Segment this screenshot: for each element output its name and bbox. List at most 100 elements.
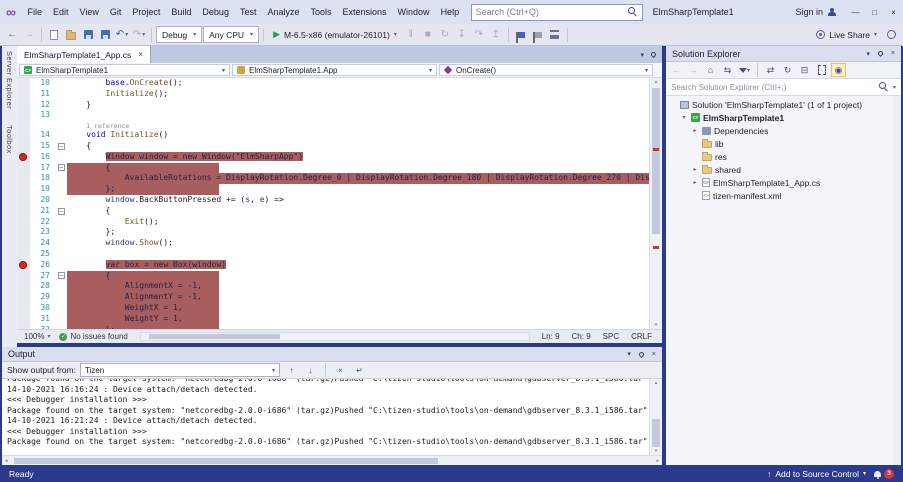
open-file-icon[interactable] (63, 26, 79, 44)
sidebar-item-toolbox[interactable]: Toolbox (5, 125, 14, 154)
breakpoint-margin[interactable] (17, 195, 30, 206)
menu-tools[interactable]: Tools (305, 0, 337, 24)
solution-explorer-search-box[interactable]: Search Solution Explorer (Ctrl+;) ▾ (666, 79, 901, 96)
redo-icon[interactable]: ↷▾ (131, 26, 147, 44)
solution-platforms-dropdown[interactable]: Any CPU ▾ (203, 26, 259, 43)
breakpoint-margin[interactable] (17, 110, 30, 121)
breakpoint-margin[interactable] (17, 78, 30, 89)
solution-explorer-header[interactable]: Solution Explorer ▾ × (666, 46, 901, 62)
navigate-back-icon[interactable]: ← (4, 26, 20, 44)
breadcrumb-project-dropdown[interactable]: C# ElmSharpTemplate1 ▾ (19, 64, 230, 76)
breakpoint-margin[interactable] (17, 227, 30, 238)
fold-margin[interactable]: − (55, 141, 67, 152)
scrollbar-thumb[interactable] (652, 88, 660, 234)
back-icon[interactable]: ← (669, 63, 684, 77)
breakpoint-margin[interactable] (17, 303, 30, 314)
code-text[interactable]: } (67, 100, 649, 111)
tree-item-shared[interactable]: ▸shared (666, 163, 901, 176)
solution-explorer-scrollbar[interactable] (893, 96, 901, 465)
menu-window[interactable]: Window (392, 0, 435, 24)
scroll-down-icon[interactable]: ▾ (650, 448, 662, 454)
fold-margin[interactable] (55, 130, 67, 141)
flag-icon[interactable] (513, 26, 529, 44)
breakpoint-margin[interactable] (17, 89, 30, 100)
output-header[interactable]: Output ▾ × (2, 347, 662, 362)
tree-item-elmsharptemplate1[interactable]: ▾C#ElmSharpTemplate1 (666, 111, 901, 124)
fold-margin[interactable]: − (55, 163, 67, 174)
breakpoint-margin[interactable] (17, 163, 30, 174)
fold-margin[interactable] (55, 195, 67, 206)
breakpoint-margin[interactable] (17, 173, 30, 184)
chevron-down-icon[interactable]: ▾ (893, 84, 896, 91)
fold-collapse-icon[interactable]: − (58, 208, 65, 215)
fold-margin[interactable] (55, 314, 67, 325)
filter-icon[interactable]: ▾ (737, 63, 752, 77)
close-button[interactable]: × (884, 0, 903, 24)
code-text[interactable] (67, 110, 649, 121)
breakpoint-icon[interactable] (19, 261, 27, 269)
feedback-icon[interactable] (883, 26, 899, 44)
menu-extensions[interactable]: Extensions (337, 0, 392, 24)
document-list-icon[interactable]: ▾ (640, 51, 644, 59)
fold-margin[interactable] (55, 184, 67, 195)
tree-expanded-icon[interactable]: ▾ (680, 114, 688, 121)
fold-margin[interactable] (55, 217, 67, 228)
code-text[interactable]: AlignmentX = -1, (67, 281, 649, 292)
breakpoint-margin[interactable] (17, 100, 30, 111)
code-text[interactable] (67, 249, 649, 260)
restart-icon[interactable]: ↻ (437, 26, 453, 44)
scroll-right-icon[interactable]: ▸ (656, 456, 659, 465)
code-text[interactable]: AvailableRotations = DisplayRotation.Deg… (67, 173, 649, 184)
tree-item-res[interactable]: res (666, 150, 901, 163)
fold-margin[interactable] (55, 292, 67, 303)
code-text[interactable]: }; (67, 184, 649, 195)
preview-selected-items-icon[interactable]: ◉ (831, 63, 846, 77)
code-text[interactable]: { (67, 271, 649, 282)
search-icon[interactable] (879, 82, 889, 92)
pause-icon[interactable]: ‖ (403, 26, 419, 44)
chevron-down-icon[interactable]: ▾ (627, 350, 631, 358)
scrollbar-thumb[interactable] (14, 458, 438, 464)
tab-elmsharptemplate1-app-cs[interactable]: ElmSharpTemplate1_App.cs × (17, 46, 151, 63)
fold-margin[interactable] (55, 89, 67, 100)
sign-in-button[interactable]: Sign in (795, 7, 836, 17)
fold-margin[interactable] (55, 173, 67, 184)
live-share-button[interactable]: Live Share ▾ (811, 26, 882, 44)
forward-icon[interactable]: → (686, 63, 701, 77)
undo-icon[interactable]: ↶▾ (114, 26, 130, 44)
breakpoint-margin[interactable] (17, 271, 30, 282)
menu-file[interactable]: File (22, 0, 48, 24)
add-to-source-control-button[interactable]: ↑ Add to Source Control ▾ (767, 469, 866, 479)
task-list-icon[interactable] (547, 26, 563, 44)
code-text[interactable]: { (67, 163, 649, 174)
code-text[interactable]: { (67, 206, 649, 217)
tree-collapsed-icon[interactable]: ▸ (691, 127, 699, 134)
tree-item-tizen-manifest-xml[interactable]: <>tizen-manifest.xml (666, 189, 901, 202)
code-text[interactable]: Initialize(); (67, 89, 649, 100)
codelens-references[interactable]: 1 reference (86, 122, 129, 130)
tree-item-solution-elmsharptemplate1-1-of-1-projec[interactable]: Solution 'ElmSharpTemplate1' (1 of 1 pro… (666, 98, 901, 111)
close-icon[interactable]: × (652, 351, 656, 358)
code-text[interactable]: window.BackButtonPressed += (s, e) => (67, 195, 649, 206)
output-log[interactable]: Package found on the target system: 'net… (2, 379, 662, 455)
search-icon[interactable] (628, 7, 638, 17)
scroll-down-icon[interactable]: ▾ (650, 322, 662, 328)
new-file-icon[interactable] (46, 26, 62, 44)
breakpoint-margin[interactable] (17, 206, 30, 217)
breakpoint-margin[interactable] (17, 281, 30, 292)
breakpoint-margin[interactable] (17, 314, 30, 325)
pin-icon[interactable] (650, 51, 657, 58)
breakpoint-margin[interactable] (17, 292, 30, 303)
code-text[interactable]: AlignmentY = -1, (67, 292, 649, 303)
pin-icon[interactable] (877, 50, 884, 57)
menu-debug[interactable]: Debug (197, 0, 235, 24)
scrollbar-thumb[interactable] (652, 419, 660, 448)
home-icon[interactable]: ⌂ (703, 63, 718, 77)
fold-margin[interactable] (55, 249, 67, 260)
code-text[interactable]: base.OnCreate(); (67, 78, 649, 89)
step-out-icon[interactable]: ↥ (488, 26, 504, 44)
code-text[interactable]: window.Show(); (67, 238, 649, 249)
menu-edit[interactable]: Edit (48, 0, 75, 24)
fold-margin[interactable] (55, 100, 67, 111)
sidebar-item-server-explorer[interactable]: Server Explorer (5, 51, 14, 109)
